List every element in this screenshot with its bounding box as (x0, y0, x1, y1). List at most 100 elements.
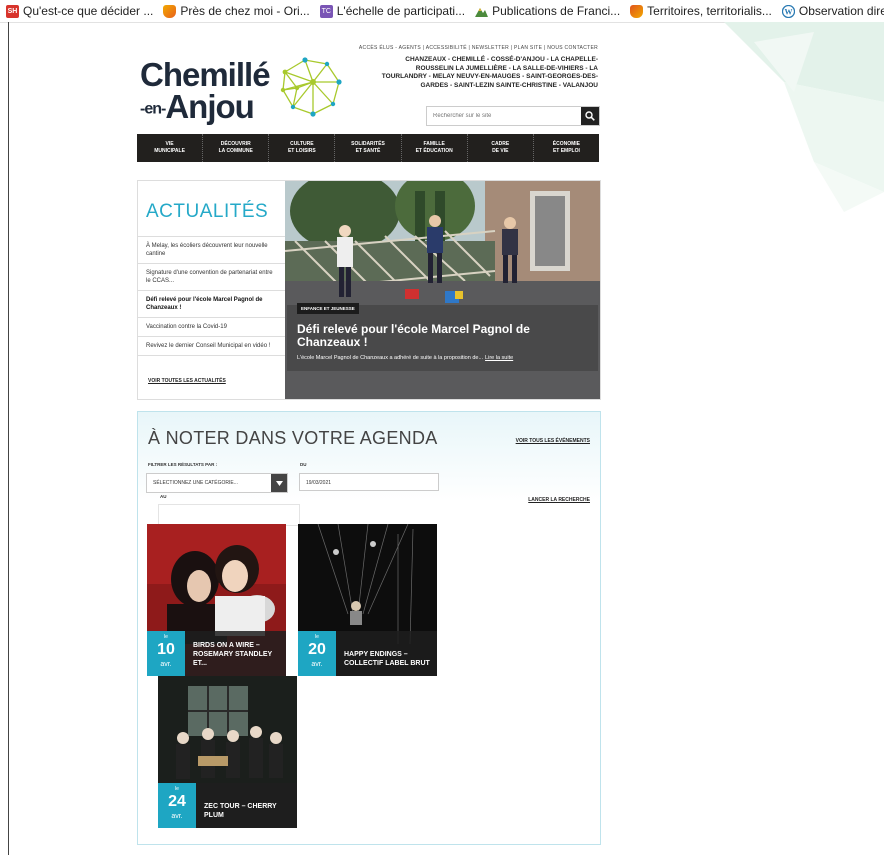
event-month: avr. (311, 661, 323, 668)
nav-economie[interactable]: ÉCONOMIE ET EMPLOI (534, 134, 599, 162)
nav-label: VIE (165, 141, 174, 147)
wordpress-icon: W (781, 4, 795, 18)
launch-search-link[interactable]: LANCER LA RECHERCHE (528, 497, 590, 503)
nav-label: SOLIDARITÉS (351, 141, 385, 147)
search-icon (585, 111, 595, 121)
svg-text:W: W (784, 7, 792, 16)
bookmarks-bar: SH Qu'est-ce que décider ... Près de che… (0, 0, 884, 23)
nav-culture[interactable]: CULTURE ET LOISIRS (269, 134, 336, 162)
nav-solidarites[interactable]: SOLIDARITÉS ET SANTÉ (335, 134, 402, 162)
search-button[interactable] (581, 107, 599, 125)
sh-icon: SH (6, 4, 19, 18)
background-decoration (724, 22, 884, 212)
tc-icon: TC (319, 4, 333, 18)
date-from-label: DU (300, 462, 307, 467)
category-select-value: SÉLECTIONNEZ UNE CATÉGORIE... (153, 480, 238, 486)
bookmark-label: Publications de Franci... (492, 4, 621, 18)
date-to-label: AU (160, 494, 167, 499)
event-title[interactable]: BIRDS ON A WIRE – ROSEMARY STANDLEY ET..… (193, 641, 281, 668)
bookmark-label: Qu'est-ce que décider ... (23, 4, 154, 18)
dropdown-arrow-icon[interactable] (271, 474, 287, 492)
bookmark-2[interactable]: Près de chez moi - Ori... (163, 4, 310, 18)
date-from-input[interactable]: 19/03/2021 (299, 473, 439, 491)
bookmark-5[interactable]: Territoires, territorialis... (630, 4, 772, 18)
event-day: 20 (308, 641, 326, 658)
main-nav: VIE MUNICIPALE DÉCOUVRIR LA COMMUNE CULTUR… (137, 134, 599, 162)
event-date-prefix: le (164, 634, 168, 640)
bookmark-label: Observation directe et ... (798, 4, 884, 18)
event-month: avr. (160, 661, 172, 668)
bookmark-icon (630, 4, 644, 18)
nav-famille[interactable]: FAMILLE ET ÉDUCATION (402, 134, 468, 162)
featured-headline[interactable]: Défi relevé pour l'école Marcel Pagnol d… (297, 323, 592, 349)
filter-label: FILTRER LES RÉSULTATS PAR : (148, 462, 218, 467)
nav-label: DE VIE (492, 148, 509, 154)
top-links[interactable]: ACCÈS ÉLUS - AGENTS | ACCESSIBILITÉ | NE… (359, 45, 598, 51)
news-item-active[interactable]: Défi relevé pour l'école Marcel Pagnol d… (138, 290, 285, 317)
nav-label: CULTURE (290, 141, 314, 147)
bookmark-icon (163, 4, 177, 18)
logo-text-line2: -en-Anjou (140, 88, 255, 126)
communes-list: CHANZEAUX - CHEMILLÉ - COSSÉ-D'ANJOU - L… (381, 56, 598, 89)
event-card[interactable]: le 10 avr. BIRDS ON A WIRE – ROSEMARY ST… (147, 524, 286, 676)
event-date-prefix: le (175, 786, 179, 792)
category-tag[interactable]: ENFANCE ET JEUNESSE (297, 303, 359, 314)
event-title[interactable]: HAPPY ENDINGS – COLLECTIF LABEL BRUT (344, 650, 432, 668)
news-item[interactable]: Revivez le dernier Conseil Municipal en … (138, 336, 285, 356)
bookmark-label: L'échelle de participati... (336, 4, 466, 18)
event-date: le 24 avr. (158, 783, 196, 828)
excerpt-text: L'école Marcel Pagnol de Chanzeaux a adh… (297, 355, 484, 361)
bookmark-1[interactable]: SH Qu'est-ce que décider ... (6, 4, 153, 18)
event-day: 10 (157, 641, 175, 658)
nav-label: ET LOISIRS (287, 148, 316, 154)
logo-text-anjou: Anjou (165, 88, 254, 125)
news-item[interactable]: Signature d'une convention de partenaria… (138, 263, 285, 290)
nav-label: DÉCOUVRIR (220, 141, 251, 147)
news-sidebar: ACTUALITÉS À Melay, les écoliers découvr… (138, 181, 285, 399)
event-date: le 20 avr. (298, 631, 336, 676)
agenda-section: À NOTER DANS VOTRE AGENDA VOIR TOUS LES … (137, 411, 601, 845)
search-bar (426, 106, 600, 126)
date-to-input[interactable] (158, 504, 300, 526)
nav-vie-municipale[interactable]: VIE MUNICIPALE (137, 134, 204, 162)
nav-label: ET EMPLOI (552, 148, 580, 154)
site-logo[interactable]: Chemillé -en-Anjou (140, 56, 350, 126)
event-date: le 10 avr. (147, 631, 185, 676)
nav-label: ET ÉDUCATION (415, 148, 453, 154)
nav-label: ET SANTÉ (355, 148, 381, 154)
category-select[interactable]: SÉLECTIONNEZ UNE CATÉGORIE... (146, 473, 288, 493)
event-card[interactable]: le 20 avr. HAPPY ENDINGS – COLLECTIF LAB… (298, 524, 437, 676)
network-logo-icon (280, 57, 342, 117)
nav-label: MUNICIPALE (154, 148, 185, 154)
nav-cadre-de-vie[interactable]: CADRE DE VIE (468, 134, 534, 162)
see-all-events-link[interactable]: VOIR TOUS LES ÉVÉNEMENTS (516, 438, 590, 444)
window-edge (8, 22, 9, 855)
news-item[interactable]: Vaccination contre la Covid-19 (138, 317, 285, 336)
nav-label: ÉCONOMIE (552, 141, 581, 147)
event-day: 24 (168, 793, 186, 810)
bookmark-6[interactable]: W Observation directe et ... (781, 4, 884, 18)
bookmark-label: Territoires, territorialis... (647, 4, 772, 18)
nav-decouvrir[interactable]: DÉCOUVRIR LA COMMUNE (203, 134, 270, 162)
nav-label: CADRE (491, 141, 510, 147)
bookmark-3[interactable]: TC L'échelle de participati... (319, 4, 466, 18)
news-item[interactable]: À Melay, les écoliers découvrent leur no… (138, 236, 285, 263)
see-all-news-link[interactable]: VOIR TOUTES LES ACTUALITÉS (148, 378, 226, 384)
search-input[interactable] (427, 107, 581, 125)
event-month: avr. (171, 813, 183, 820)
event-card[interactable]: le 24 avr. ZEC TOUR – CHERRY PLUM (158, 676, 297, 828)
read-more-link[interactable]: Lire la suite (485, 355, 513, 361)
news-list: À Melay, les écoliers découvrent leur no… (138, 236, 285, 356)
agenda-title: À NOTER DANS VOTRE AGENDA (148, 428, 438, 448)
logo-text-en: -en- (140, 100, 166, 118)
news-section: ACTUALITÉS À Melay, les écoliers découvr… (137, 180, 601, 400)
bookmark-4[interactable]: Publications de Franci... (475, 4, 620, 18)
bookmark-label: Près de chez moi - Ori... (180, 4, 310, 18)
mountain-icon (475, 7, 489, 17)
featured-excerpt: L'école Marcel Pagnol de Chanzeaux a adh… (297, 355, 513, 361)
event-date-prefix: le (315, 634, 319, 640)
news-title: ACTUALITÉS (146, 201, 269, 222)
event-title[interactable]: ZEC TOUR – CHERRY PLUM (204, 802, 292, 820)
nav-label: FAMILLE (423, 141, 445, 147)
news-featured-caption: ENFANCE ET JEUNESSE Défi relevé pour l'é… (287, 303, 598, 371)
